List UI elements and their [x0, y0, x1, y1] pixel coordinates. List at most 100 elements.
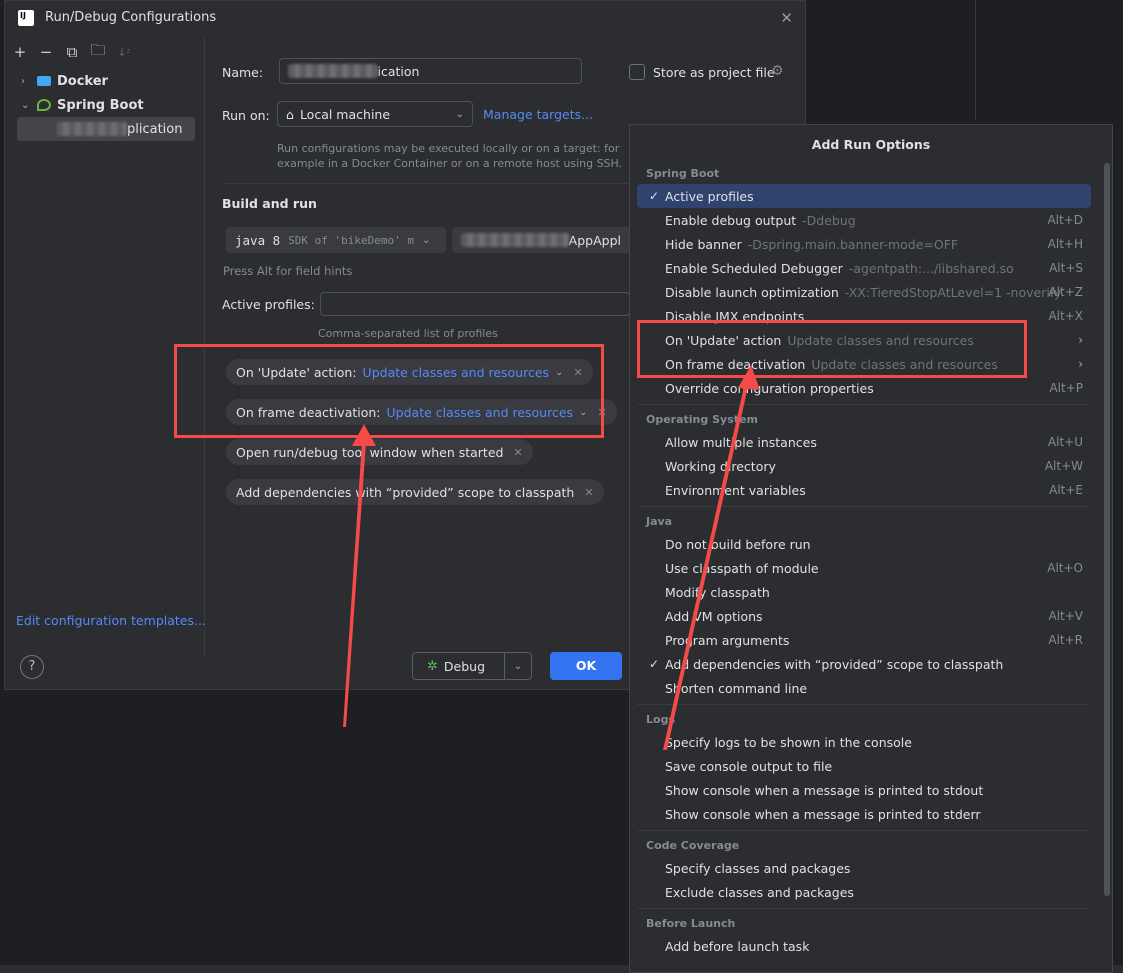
jdk-select[interactable]: java 8 SDK of 'bikeDemo' m ⌄	[226, 227, 446, 253]
copy-icon[interactable]: ⧉	[61, 41, 83, 63]
main-class-value: AppAppl	[568, 232, 621, 248]
popup-option-shortcut: Alt+U	[1047, 435, 1083, 449]
popup-option[interactable]: Exclude classes and packages	[637, 880, 1091, 904]
folder-icon[interactable]: 🗀	[87, 41, 109, 63]
popup-option-hint: -agentpath:.../libshared.so	[848, 260, 1014, 276]
popup-option-label: Use classpath of module	[665, 560, 819, 576]
popup-option-label: Show console when a message is printed t…	[665, 806, 981, 822]
remove-icon[interactable]: ✕	[597, 406, 606, 419]
popup-separator	[637, 404, 1089, 405]
popup-option-label: Shorten command line	[665, 680, 808, 696]
popup-option[interactable]: Specify classes and packages	[637, 856, 1091, 880]
manage-targets-link[interactable]: Manage targets...	[483, 107, 593, 122]
popup-option[interactable]: On frame deactivation Update classes and …	[637, 352, 1091, 376]
gear-icon[interactable]: ⚙	[771, 63, 784, 79]
frame-deactivation-value[interactable]: Update classes and resources	[387, 405, 574, 420]
tree-item-config[interactable]: plication	[57, 118, 183, 140]
run-on-value: Local machine	[299, 106, 391, 122]
config-tree-panel: + − ⧉ 🗀 ↓ᶻ › Docker ⌄ Spring Boot plicat…	[5, 37, 205, 657]
tree-toolbar: + − ⧉ 🗀 ↓ᶻ	[9, 41, 135, 63]
popup-option[interactable]: Environment variables Alt+E	[637, 478, 1091, 502]
popup-option[interactable]: Use classpath of module Alt+O	[637, 556, 1091, 580]
main-class-field[interactable]: AppAppl	[452, 227, 630, 253]
remove-icon[interactable]: ✕	[573, 366, 582, 379]
popup-option[interactable]: Disable JMX endpoints Alt+X	[637, 304, 1091, 328]
group-operating-system: Operating System	[646, 413, 758, 426]
debug-label: Debug	[443, 658, 486, 674]
popup-option-label: On frame deactivation	[665, 356, 806, 372]
active-profiles-label: Active profiles:	[222, 297, 315, 312]
chevron-right-icon: ›	[1078, 357, 1083, 371]
popup-option[interactable]: Add VM options Alt+V	[637, 604, 1091, 628]
remove-icon[interactable]: ✕	[513, 446, 522, 459]
ok-button[interactable]: OK	[550, 652, 622, 680]
popup-option-label: Specify classes and packages	[665, 860, 851, 876]
popup-option[interactable]: Working directory Alt+W	[637, 454, 1091, 478]
sort-icon[interactable]: ↓ᶻ	[113, 41, 135, 63]
close-icon[interactable]: ✕	[780, 9, 793, 27]
edit-templates-link[interactable]: Edit configuration templates...	[16, 613, 206, 628]
home-icon: ⌂	[286, 106, 294, 122]
popup-option[interactable]: Allow multiple instances Alt+U	[637, 430, 1091, 454]
chevron-down-icon: ⌄	[21, 99, 30, 111]
tree-item-spring-boot[interactable]: ⌄ Spring Boot	[21, 94, 144, 116]
popup-option-label: Modify classpath	[665, 584, 770, 600]
popup-option-label: Environment variables	[665, 482, 806, 498]
popup-option[interactable]: Shorten command line	[637, 676, 1091, 700]
popup-separator	[637, 830, 1089, 831]
popup-separator	[637, 506, 1089, 507]
frame-deactivation-chip[interactable]: On frame deactivation: Update classes an…	[226, 399, 617, 425]
store-project-checkbox[interactable]	[629, 64, 645, 80]
popup-option-label: Exclude classes and packages	[665, 884, 854, 900]
popup-option[interactable]: Specify logs to be shown in the console	[637, 730, 1091, 754]
popup-option[interactable]: Show console when a message is printed t…	[637, 802, 1091, 826]
run-on-select[interactable]: ⌂ Local machine ⌄	[277, 101, 473, 127]
popup-option[interactable]: ✓ Active profiles	[637, 184, 1091, 208]
popup-option-label: Add before launch task	[665, 938, 810, 954]
name-field[interactable]: lication	[279, 58, 582, 84]
popup-option-hint: -Ddebug	[802, 212, 856, 228]
popup-option[interactable]: Save console output to file	[637, 754, 1091, 778]
popup-option[interactable]: Add before launch task	[637, 934, 1091, 958]
debug-button[interactable]: ✲ Debug	[413, 653, 505, 679]
update-action-chip[interactable]: On 'Update' action: Update classes and r…	[226, 359, 593, 385]
name-value: lication	[374, 63, 420, 79]
remove-icon[interactable]: −	[35, 41, 57, 63]
popup-option[interactable]: On 'Update' action Update classes and res…	[637, 328, 1091, 352]
chevron-down-icon[interactable]: ⌄	[505, 661, 531, 672]
popup-option-hint: Update classes and resources	[787, 332, 974, 348]
popup-option[interactable]: Enable Scheduled Debugger -agentpath:.../…	[637, 256, 1091, 280]
redacted-name	[57, 122, 127, 136]
popup-option[interactable]: Show console when a message is printed t…	[637, 778, 1091, 802]
popup-option[interactable]: Override configuration properties Alt+P	[637, 376, 1091, 400]
remove-icon[interactable]: ✕	[584, 486, 593, 499]
help-icon[interactable]: ?	[20, 655, 44, 679]
update-action-value[interactable]: Update classes and resources	[363, 365, 550, 380]
debug-split-button[interactable]: ✲ Debug ⌄	[412, 652, 532, 680]
group-spring-boot: Spring Boot	[646, 167, 720, 180]
tree-label-spring-boot: Spring Boot	[57, 97, 144, 113]
popup-separator	[637, 704, 1089, 705]
popup-scrollbar[interactable]	[1104, 163, 1110, 896]
store-project-label: Store as project file	[653, 65, 775, 80]
popup-option-label: Allow multiple instances	[665, 434, 817, 450]
popup-option[interactable]: Hide banner -Dspring.main.banner-mode=OFF…	[637, 232, 1091, 256]
popup-option[interactable]: Enable debug output -Ddebug Alt+D	[637, 208, 1091, 232]
popup-option[interactable]: Program arguments Alt+R	[637, 628, 1091, 652]
provided-deps-chip[interactable]: Add dependencies with “provided” scope t…	[226, 479, 604, 505]
frame-deactivation-label: On frame deactivation:	[236, 404, 381, 420]
open-tool-window-chip[interactable]: Open run/debug tool window when started …	[226, 439, 533, 465]
update-action-label: On 'Update' action:	[236, 364, 357, 380]
popup-option[interactable]: Do not build before run	[637, 532, 1091, 556]
popup-option[interactable]: Modify classpath	[637, 580, 1091, 604]
tree-item-docker[interactable]: › Docker	[21, 70, 108, 92]
popup-option-label: Enable Scheduled Debugger	[665, 260, 843, 276]
ide-divider	[975, 0, 976, 120]
popup-option[interactable]: Disable launch optimization -XX:TieredSto…	[637, 280, 1091, 304]
add-icon[interactable]: +	[9, 41, 31, 63]
popup-option[interactable]: ✓ Add dependencies with “provided” scope …	[637, 652, 1091, 676]
chevron-down-icon: ⌄	[422, 234, 431, 246]
popup-option-label: Active profiles	[665, 188, 754, 204]
active-profiles-input[interactable]	[320, 292, 630, 316]
check-icon: ✓	[649, 657, 660, 671]
